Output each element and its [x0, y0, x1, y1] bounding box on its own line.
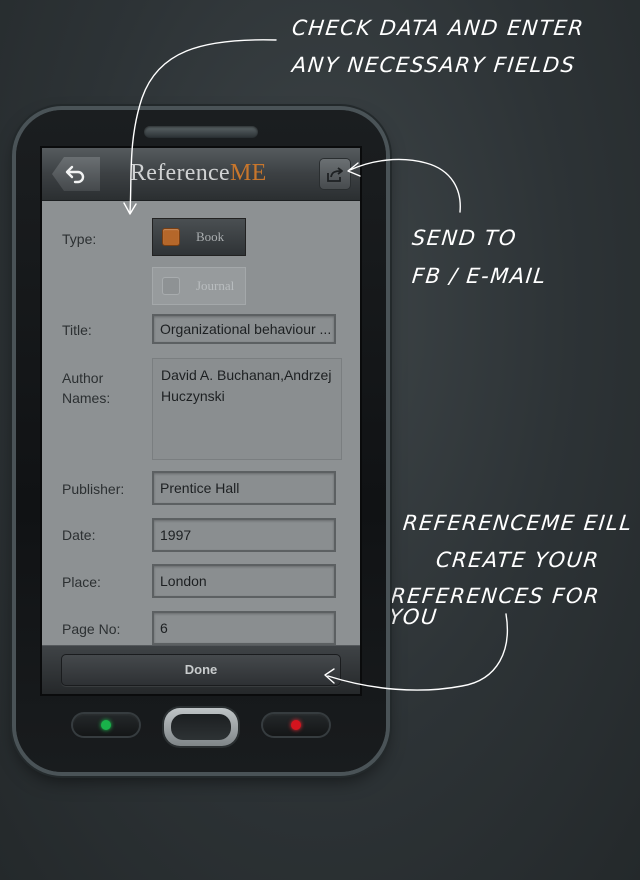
red-end-dot-icon: [291, 720, 301, 730]
place-label: Place:: [62, 574, 101, 590]
type-label: Type:: [62, 231, 97, 247]
type-book-toggle[interactable]: Book: [152, 218, 246, 256]
author-label-line1: Author: [62, 370, 104, 386]
back-button[interactable]: [52, 157, 100, 191]
type-book-label: Book: [196, 229, 225, 244]
type-journal-toggle[interactable]: Journal: [152, 267, 246, 305]
pageno-field[interactable]: 6: [152, 611, 336, 645]
bottom-toolbar: Done: [42, 645, 360, 694]
journal-checkbox-icon: [162, 277, 180, 295]
done-button[interactable]: Done: [61, 654, 341, 686]
book-checkbox-icon: [162, 228, 180, 246]
author-names-field[interactable]: David A. Buchanan,Andrzej Huczynski: [152, 358, 342, 460]
annotation-check-data-line1: CHECK DATA AND ENTER: [290, 16, 586, 40]
phone-frame: ReferenceME Type: Book Journal Title: Or…: [16, 110, 386, 772]
title-field[interactable]: Organizational behaviour ...: [152, 314, 336, 344]
publisher-field[interactable]: Prentice Hall: [152, 471, 336, 505]
green-call-dot-icon: [101, 720, 111, 730]
date-field[interactable]: 1997: [152, 518, 336, 552]
app-title-accent: ME: [229, 160, 267, 186]
title-label: Title:: [62, 322, 92, 338]
share-button[interactable]: [320, 159, 350, 189]
place-field[interactable]: London: [152, 564, 336, 598]
app-title: ReferenceME: [130, 160, 267, 187]
home-button-inner: [171, 714, 231, 740]
phone-speaker: [144, 126, 258, 138]
navigation-bar: ReferenceME: [42, 148, 360, 201]
publisher-label: Publisher:: [62, 481, 125, 497]
share-export-icon: [327, 167, 343, 182]
author-label: Author Names:: [62, 368, 110, 408]
annotation-create-line1: REFERENCEME EILL: [401, 511, 634, 535]
annotation-check-data-line2: ANY NECESSARY FIELDS: [290, 53, 577, 77]
app-title-main: Reference: [130, 160, 230, 186]
undo-arrow-icon: [65, 165, 85, 184]
app-screen: ReferenceME Type: Book Journal Title: Or…: [42, 148, 360, 694]
home-button[interactable]: [164, 708, 238, 746]
type-journal-label: Journal: [196, 278, 235, 293]
call-button[interactable]: [73, 714, 139, 736]
date-label: Date:: [62, 527, 96, 543]
author-label-line2: Names:: [62, 390, 111, 406]
annotation-create-line2: CREATE YOUR: [434, 548, 601, 572]
annotation-send-line1: SEND TO: [410, 226, 519, 250]
end-call-button[interactable]: [263, 714, 329, 736]
annotation-create-line3: REFERENCES FOR YOU: [387, 584, 602, 629]
annotation-send-line2: FB / E-MAIL: [410, 264, 548, 288]
pageno-label: Page No:: [62, 621, 121, 637]
